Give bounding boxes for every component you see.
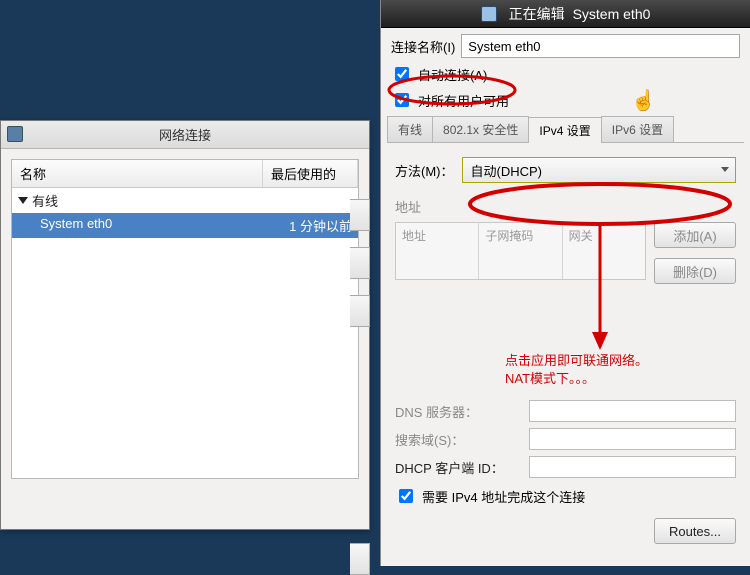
method-row: 方法(M)： 自动(DHCP) — [395, 157, 736, 183]
address-table: 地址 子网掩码 网关 — [395, 222, 646, 280]
network-icon — [481, 6, 497, 22]
connection-last-used: 1 分钟以前 — [289, 216, 352, 235]
all-users-label: 对所有用户可用 — [418, 91, 509, 110]
routes-button[interactable]: Routes... — [654, 518, 736, 544]
ipv4-tab-body: 方法(M)： 自动(DHCP) 地址 地址 子网掩码 网关 添加(A) 删除(D… — [381, 143, 750, 552]
connection-row[interactable]: System eth0 1 分钟以前 — [12, 213, 358, 238]
require-ipv4-row: 需要 IPv4 地址完成这个连接 — [395, 486, 736, 506]
titlebar: 网络连接 — [1, 121, 369, 149]
close-button-stub[interactable] — [350, 543, 370, 575]
dns-label: DNS 服务器： — [395, 402, 523, 421]
tab-ipv6[interactable]: IPv6 设置 — [601, 116, 674, 142]
edit-button-stub[interactable] — [350, 247, 370, 279]
group-wired[interactable]: 有线 — [12, 188, 358, 213]
all-users-checkbox[interactable] — [395, 93, 409, 107]
search-domain-input[interactable] — [529, 428, 736, 450]
dhcp-client-row: DHCP 客户端 ID： — [395, 456, 736, 478]
col-mask: 子网掩码 — [479, 223, 562, 279]
tabs: 有线 802.1x 安全性 IPv4 设置 IPv6 设置 — [387, 116, 744, 143]
address-group-label: 地址 — [395, 197, 736, 216]
tab-ipv4[interactable]: IPv4 设置 — [528, 117, 601, 143]
delete-button-stub[interactable] — [350, 295, 370, 327]
dhcp-client-input[interactable] — [529, 456, 736, 478]
group-label: 有线 — [32, 191, 58, 210]
chevron-down-icon — [721, 167, 729, 172]
col-last-used: 最后使用的 — [263, 160, 358, 187]
col-gw: 网关 — [563, 223, 645, 279]
search-domain-label: 搜索域(S)： — [395, 430, 523, 449]
require-ipv4-checkbox[interactable] — [399, 489, 413, 503]
titlebar: 正在编辑 System eth0 — [381, 0, 750, 28]
col-addr: 地址 — [396, 223, 479, 279]
window-title: 网络连接 — [159, 125, 211, 144]
connection-name-input[interactable] — [461, 34, 740, 58]
title-prefix: 正在编辑 — [509, 4, 565, 24]
method-label: 方法(M)： — [395, 161, 454, 180]
delete-address-button[interactable]: 删除(D) — [654, 258, 736, 284]
tab-wired[interactable]: 有线 — [387, 116, 433, 142]
edit-connection-window: 正在编辑 System eth0 连接名称(I) 自动连接(A) 对所有用户可用… — [380, 0, 750, 566]
connections-list[interactable]: 名称 最后使用的 有线 System eth0 1 分钟以前 — [11, 159, 359, 479]
network-connections-window: 网络连接 名称 最后使用的 有线 System eth0 1 分钟以前 — [0, 120, 370, 530]
all-users-row: 对所有用户可用 — [391, 90, 740, 110]
method-combobox[interactable]: 自动(DHCP) — [462, 157, 737, 183]
col-name: 名称 — [12, 160, 263, 187]
dhcp-client-label: DHCP 客户端 ID： — [395, 458, 523, 477]
connection-name-label: 连接名称(I) — [391, 37, 455, 56]
method-value: 自动(DHCP) — [471, 161, 543, 180]
list-header: 名称 最后使用的 — [12, 160, 358, 188]
require-ipv4-label: 需要 IPv4 地址完成这个连接 — [422, 487, 585, 506]
network-icon — [7, 126, 23, 142]
title-name: System eth0 — [573, 6, 651, 22]
annotation-text: 点击应用即可联通网络。 NAT模式下。。。 — [505, 352, 736, 388]
chevron-down-icon — [18, 197, 28, 204]
connection-name: System eth0 — [40, 216, 289, 235]
connection-name-row: 连接名称(I) — [391, 34, 740, 58]
auto-connect-label: 自动连接(A) — [418, 65, 487, 84]
auto-connect-row: 自动连接(A) — [391, 64, 740, 84]
search-domain-row: 搜索域(S)： — [395, 428, 736, 450]
add-address-button[interactable]: 添加(A) — [654, 222, 736, 248]
dns-row: DNS 服务器： — [395, 400, 736, 422]
add-button-stub[interactable] — [350, 199, 370, 231]
side-buttons — [350, 199, 370, 575]
auto-connect-checkbox[interactable] — [395, 67, 409, 81]
dns-input[interactable] — [529, 400, 736, 422]
tab-8021x[interactable]: 802.1x 安全性 — [432, 116, 529, 142]
